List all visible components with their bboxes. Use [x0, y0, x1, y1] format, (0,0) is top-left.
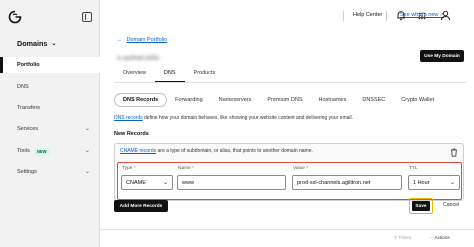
- save-button[interactable]: Save: [412, 201, 430, 211]
- bell-icon[interactable]: [396, 10, 406, 21]
- sidebar-item-tools[interactable]: Tools NEW ⌄: [0, 143, 100, 159]
- domain-name-title: c-ashol.info: [117, 53, 160, 62]
- cancel-button[interactable]: Cancel: [443, 202, 459, 208]
- value-label: Value *: [293, 166, 309, 171]
- ttl-select[interactable]: 1 Hour ⌄: [408, 175, 460, 190]
- subtab-dnssec[interactable]: DNSSEC: [354, 94, 393, 106]
- tab-overview[interactable]: Overview: [114, 70, 155, 82]
- footer-divider: [100, 229, 474, 230]
- sidebar-item-services[interactable]: Services ⌄: [0, 121, 100, 137]
- subtab-forwarding[interactable]: Forwarding: [167, 94, 211, 106]
- chevron-down-icon: ⌄: [51, 41, 57, 47]
- dns-subtabs: DNS Records Forwarding Nameservers Premi…: [114, 93, 442, 107]
- dns-records-help-link[interactable]: DNS records: [114, 115, 143, 121]
- sidebar-item-dns[interactable]: DNS: [0, 79, 100, 95]
- type-label: Type *: [122, 166, 136, 171]
- subtab-hostnames[interactable]: Hostnames: [311, 94, 355, 106]
- add-more-records-button[interactable]: Add More Records: [114, 200, 168, 212]
- name-label: Name *: [178, 166, 195, 171]
- collapse-sidebar-icon[interactable]: [82, 12, 92, 22]
- new-badge: NEW: [33, 147, 50, 155]
- actions-menu[interactable]: ⋯ Actions: [429, 235, 450, 241]
- divider: [386, 11, 387, 21]
- chevron-down-icon: ⌄: [449, 180, 455, 186]
- apps-grid-icon[interactable]: [418, 12, 426, 20]
- arrow-left-icon: ←: [117, 37, 123, 43]
- cname-info: CNAME records are a type of subdomain, o…: [120, 148, 313, 154]
- use-my-domain-button[interactable]: Use My Domain: [420, 50, 464, 62]
- chevron-down-icon: ⌄: [84, 148, 90, 154]
- tabs-divider: [114, 82, 466, 83]
- subtab-crypto-wallet[interactable]: Crypto Wallet: [393, 94, 442, 106]
- record-fields-row: Type * CNAME ⌄ Name * www Value * prod-s…: [117, 162, 462, 200]
- divider: [343, 11, 344, 21]
- subtab-premium-dns[interactable]: Premium DNS: [259, 94, 310, 106]
- dns-records-description: DNS records define how your domain behav…: [114, 115, 354, 121]
- type-select[interactable]: CNAME ⌄: [121, 175, 173, 190]
- tab-dns[interactable]: DNS: [154, 70, 185, 82]
- subtab-dns-records[interactable]: DNS Records: [114, 93, 168, 107]
- domain-tabs: Overview DNS Products: [114, 70, 224, 82]
- cname-records-help-link[interactable]: CNAME records: [120, 148, 156, 154]
- save-button-highlight: Save: [409, 198, 433, 214]
- trash-icon[interactable]: [450, 148, 458, 157]
- back-to-portfolio-link[interactable]: ← Domain Portfolio: [117, 37, 167, 43]
- sidebar-item-settings[interactable]: Settings ⌄: [0, 164, 100, 180]
- help-center-link[interactable]: Help Center: [353, 12, 382, 18]
- top-bar: See what's new Help Center: [100, 0, 474, 32]
- sidebar-item-portfolio[interactable]: Portfolio: [0, 57, 100, 73]
- new-records-heading: New Records: [114, 131, 149, 137]
- chevron-down-icon: ⌄: [84, 169, 90, 175]
- sidebar-section-title[interactable]: Domains ⌄: [17, 39, 56, 48]
- tab-products[interactable]: Products: [185, 70, 225, 82]
- sidebar-item-transfers[interactable]: Transfers: [0, 100, 100, 116]
- subtab-nameservers[interactable]: Nameservers: [211, 94, 260, 106]
- name-input[interactable]: www: [177, 175, 286, 190]
- ttl-label: TTL: [409, 166, 418, 171]
- brand-logo-icon[interactable]: [8, 10, 22, 24]
- chevron-down-icon: ⌄: [84, 126, 90, 132]
- new-record-card: CNAME records are a type of subdomain, o…: [114, 143, 464, 201]
- chevron-down-icon: ⌄: [162, 180, 168, 186]
- sidebar: Domains ⌄ Portfolio DNS Transfers Servic…: [0, 0, 100, 247]
- value-input[interactable]: prod-ssl-channels.agilitron.net: [292, 175, 402, 190]
- user-account-icon[interactable]: [440, 10, 451, 21]
- filters-button[interactable]: ⚲ Filters: [394, 235, 411, 241]
